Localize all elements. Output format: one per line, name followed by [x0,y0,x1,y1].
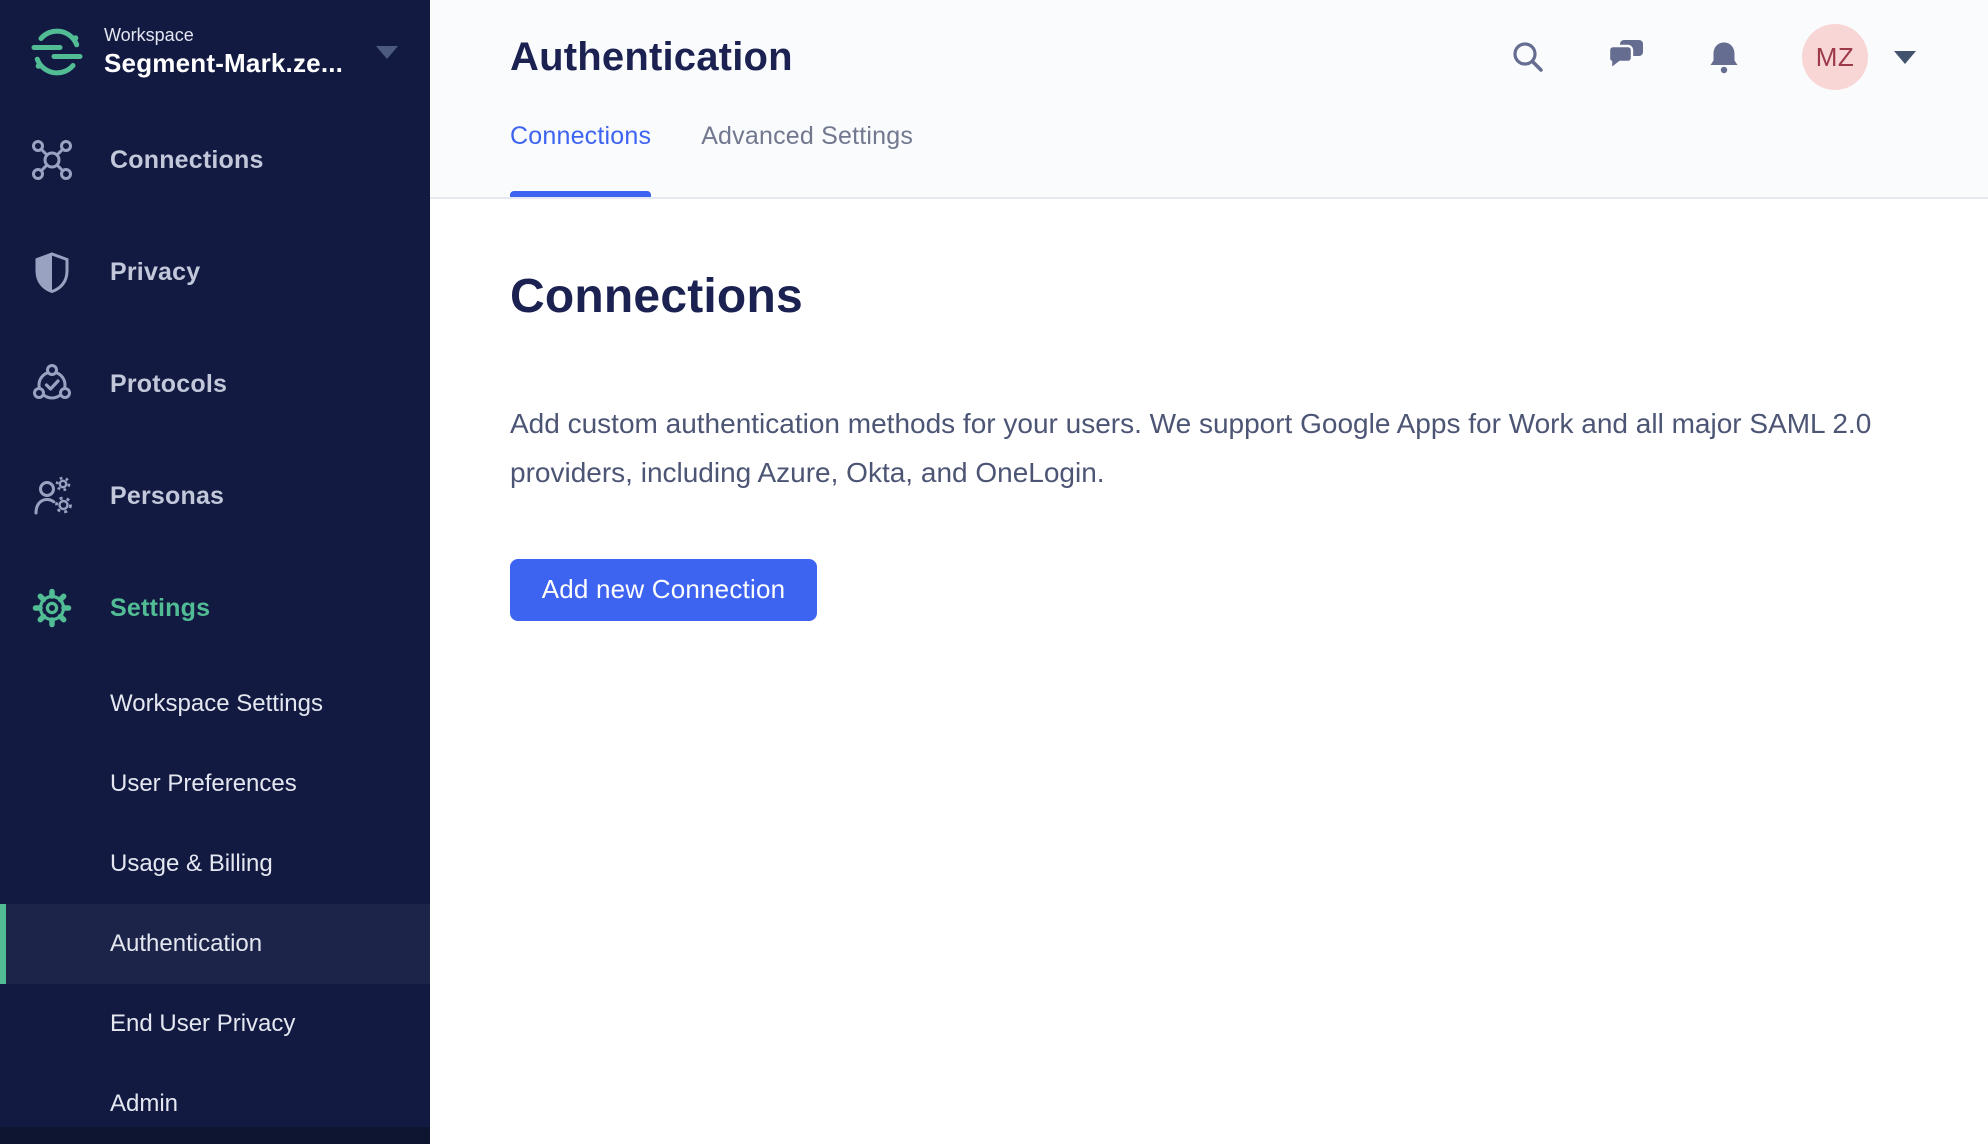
sidebar-item-end-user-privacy[interactable]: End User Privacy [0,984,430,1064]
sub-item-label: User Preferences [110,770,297,798]
notifications-bell-icon[interactable] [1704,37,1744,77]
connections-icon [30,138,74,182]
section-description: Add custom authentication methods for yo… [510,399,1908,497]
settings-subnav: Workspace Settings User Preferences Usag… [0,664,430,1144]
sidebar-item-usage-billing[interactable]: Usage & Billing [0,824,430,904]
sidebar-item-workspace-settings[interactable]: Workspace Settings [0,664,430,744]
sidebar-item-user-preferences[interactable]: User Preferences [0,744,430,824]
page-header: Authentication [430,0,1988,199]
add-new-connection-button[interactable]: Add new Connection [510,559,817,621]
workspace-chevron-down-icon[interactable] [376,46,398,59]
privacy-shield-icon [30,250,74,294]
sidebar-item-connections[interactable]: Connections [0,104,430,216]
sidebar-footer-strip [0,1127,430,1144]
sidebar-nav: Connections Privacy Protocols [0,104,430,664]
sidebar-item-settings[interactable]: Settings [0,552,430,664]
user-menu-chevron-down-icon[interactable] [1894,51,1916,64]
sidebar-item-authentication[interactable]: Authentication [0,904,430,984]
user-menu[interactable]: MZ [1802,24,1916,90]
protocols-icon [30,362,74,406]
section-heading: Connections [510,269,1908,325]
sidebar-item-label: Personas [110,482,224,511]
sidebar-item-label: Connections [110,146,264,175]
sub-item-label: Admin [110,1090,178,1118]
app-window: Workspace Segment-Mark.ze... Connections [0,0,1988,1144]
sidebar: Workspace Segment-Mark.ze... Connections [0,0,430,1144]
search-icon[interactable] [1508,37,1548,77]
sidebar-item-personas[interactable]: Personas [0,440,430,552]
sidebar-item-label: Privacy [110,258,200,287]
content-panel: Connections Add custom authentication me… [430,199,1988,1144]
segment-logo-icon [30,25,84,79]
workspace-name: Segment-Mark.ze... [104,49,343,79]
page-title: Authentication [510,35,793,80]
sub-item-label: Authentication [110,930,262,958]
settings-gear-icon [30,586,74,630]
tab-bar: Connections Advanced Settings [510,90,1916,197]
sidebar-item-privacy[interactable]: Privacy [0,216,430,328]
main-area: Authentication [430,0,1988,1144]
personas-icon [30,474,74,518]
tab-advanced-settings[interactable]: Advanced Settings [701,90,913,197]
sub-item-label: End User Privacy [110,1010,295,1038]
chat-icon[interactable] [1606,37,1646,77]
workspace-switcher[interactable]: Workspace Segment-Mark.ze... [0,0,430,104]
header-actions: MZ [1508,24,1916,90]
sidebar-item-label: Protocols [110,370,227,399]
workspace-label: Workspace [104,25,343,46]
sidebar-item-label: Settings [110,594,210,623]
sidebar-item-protocols[interactable]: Protocols [0,328,430,440]
sub-item-label: Usage & Billing [110,850,273,878]
tab-connections[interactable]: Connections [510,90,651,197]
sub-item-label: Workspace Settings [110,690,323,718]
avatar[interactable]: MZ [1802,24,1868,90]
